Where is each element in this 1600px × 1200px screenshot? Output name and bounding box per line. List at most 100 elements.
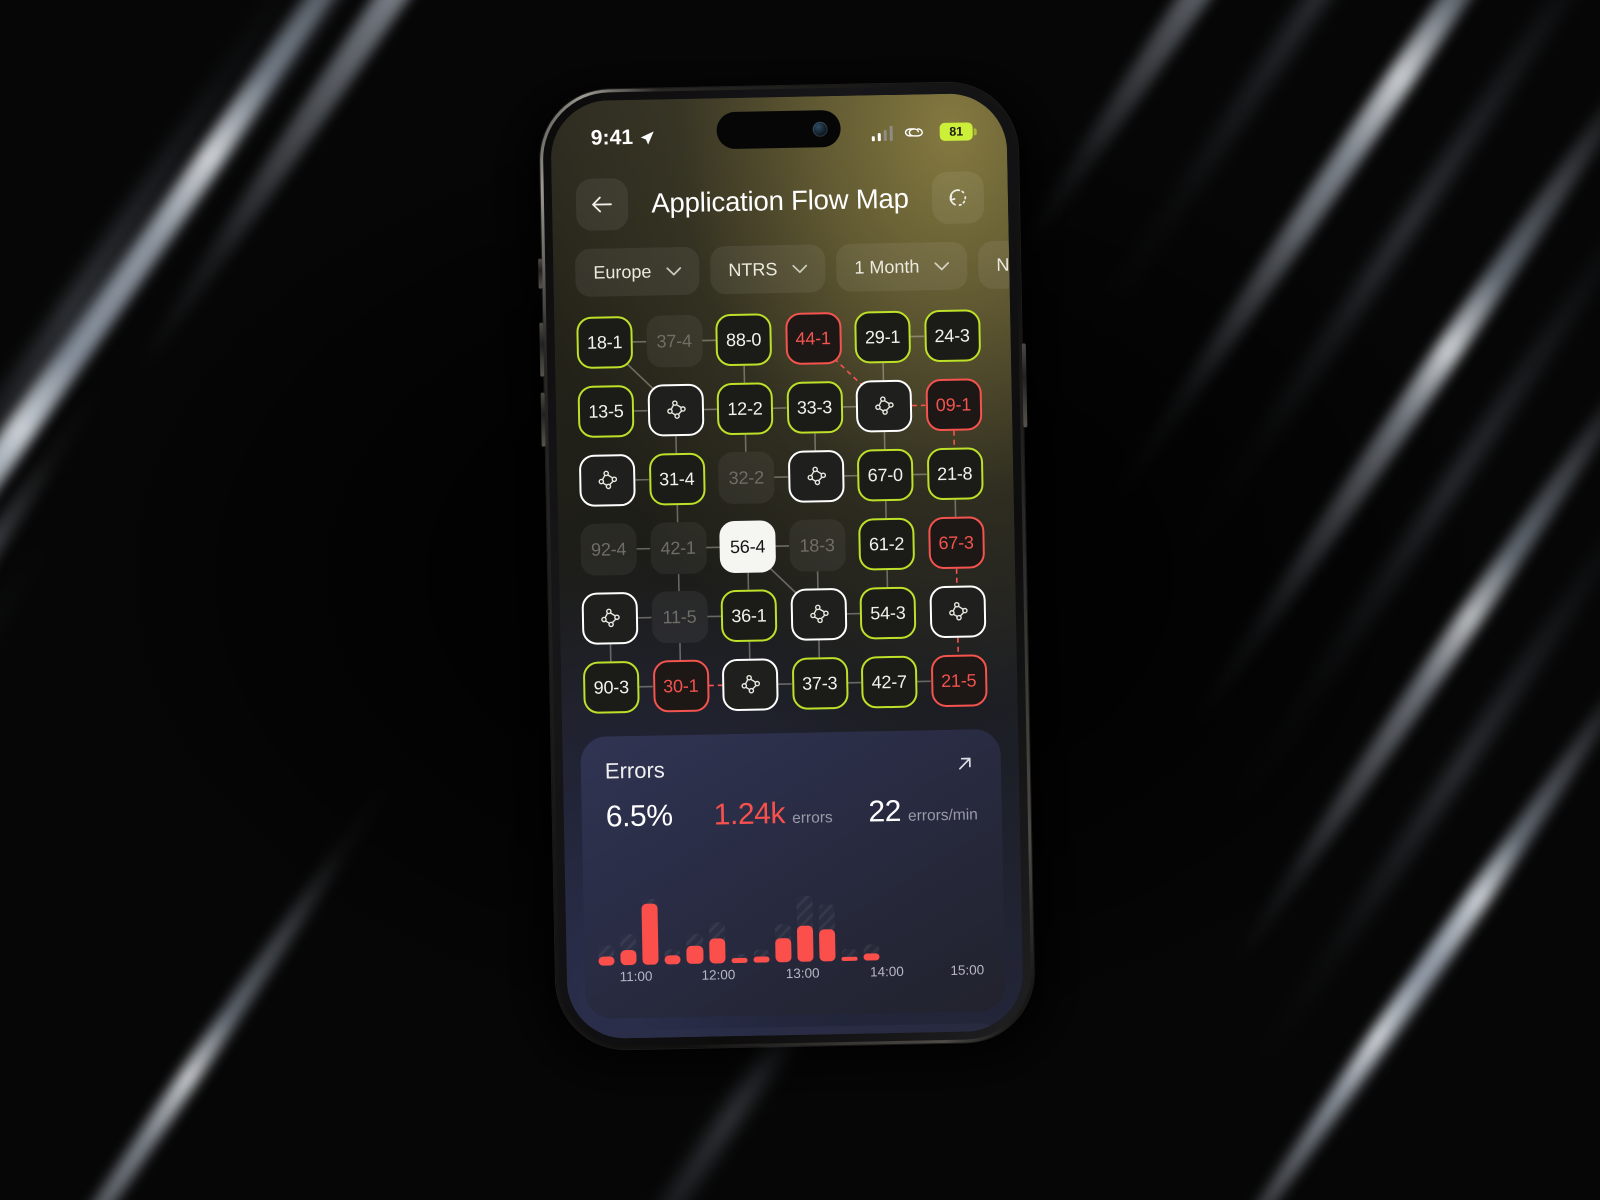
flow-node-18-3[interactable]: 18-3: [788, 518, 846, 572]
tree-graph-icon: [809, 604, 829, 624]
flow-node-11-5[interactable]: 11-5: [650, 590, 708, 644]
flow-node-label: 29-1: [864, 326, 901, 347]
chart-bar-column: [686, 896, 704, 964]
filter-chip-label: 1 Month: [854, 255, 920, 278]
chart-bar[interactable]: [620, 950, 637, 966]
flow-node-44-1[interactable]: 44-1: [784, 311, 842, 365]
flow-node-67-0[interactable]: 67-0: [856, 448, 914, 502]
flow-node-tree-24[interactable]: [581, 591, 639, 645]
filter-chip-label: Nex: [996, 253, 1010, 275]
flow-node-tree-32[interactable]: [721, 658, 779, 712]
flow-node-33-3[interactable]: 33-3: [785, 380, 843, 434]
refresh-button[interactable]: [931, 171, 985, 225]
chart-bar[interactable]: [819, 928, 836, 962]
chart-bar-column: [863, 892, 881, 961]
location-arrow-icon: [641, 130, 655, 145]
chart-bar-column: [885, 892, 902, 960]
flow-node-21-5[interactable]: 21-5: [930, 654, 988, 708]
flow-node-92-4[interactable]: 92-4: [580, 522, 638, 576]
chart-bar[interactable]: [641, 903, 659, 965]
chart-bar[interactable]: [664, 954, 682, 965]
flow-node-54-3[interactable]: 54-3: [859, 586, 917, 640]
flow-node-label: 44-1: [795, 327, 831, 349]
back-button[interactable]: [575, 177, 629, 231]
chart-xtick-label: 11:00: [619, 968, 653, 985]
flow-map-grid: 18-1 37-4 88-0 44-1 29-1 24-3 13-5 12-2 33-3 09-1…: [554, 305, 988, 714]
chart-bar[interactable]: [598, 956, 615, 966]
flow-node-88-0[interactable]: 88-0: [715, 313, 773, 367]
flow-node-label: 54-3: [870, 602, 906, 623]
errors-bar-series: [597, 890, 990, 966]
flow-node-36-1[interactable]: 36-1: [720, 589, 778, 643]
flow-node-09-1[interactable]: 09-1: [924, 378, 982, 432]
flow-node-67-3[interactable]: 67-3: [927, 516, 985, 570]
error-count-value: 1.24k: [713, 797, 786, 832]
chart-bar-column: [907, 891, 924, 959]
filter-chip-ntrs[interactable]: NTRS: [709, 244, 826, 295]
flow-node-tree-27[interactable]: [789, 587, 847, 641]
tree-graph-icon: [807, 466, 826, 486]
chart-bar[interactable]: [796, 925, 814, 962]
flow-node-37-3[interactable]: 37-3: [791, 656, 849, 710]
status-time: 9:41: [590, 125, 634, 150]
chart-bar[interactable]: [686, 945, 704, 964]
refresh-icon: [949, 189, 967, 207]
chart-bar[interactable]: [731, 958, 748, 964]
filter-chip-europe[interactable]: Europe: [574, 246, 700, 298]
errors-card[interactable]: Errors 6.5% 1.24k errors 22 errors/min 1…: [580, 728, 1006, 1019]
chart-bar[interactable]: [775, 938, 792, 963]
front-camera-icon: [812, 121, 828, 137]
flow-node-24-3[interactable]: 24-3: [923, 309, 981, 363]
tree-graph-icon: [601, 608, 620, 628]
chart-xtick-label: 12:00: [701, 967, 736, 983]
app-header: Application Flow Map: [551, 155, 1009, 248]
flow-node-90-3[interactable]: 90-3: [582, 660, 640, 714]
flow-node-29-1[interactable]: 29-1: [854, 310, 912, 364]
flow-node-18-1[interactable]: 18-1: [576, 315, 634, 369]
flow-node-tree-12[interactable]: [578, 453, 636, 507]
errors-card-title: Errors: [604, 757, 666, 784]
chart-bar-column: [619, 897, 637, 966]
flow-node-label: 32-2: [728, 466, 765, 488]
error-rate-stat: 6.5%: [605, 798, 714, 834]
flow-node-37-4[interactable]: 37-4: [645, 314, 703, 368]
flow-node-42-1[interactable]: 42-1: [649, 521, 707, 575]
chart-bar[interactable]: [863, 953, 881, 961]
flow-node-label: 92-4: [590, 538, 627, 560]
chart-bar-column: [664, 896, 682, 965]
flow-node-12-2[interactable]: 12-2: [716, 382, 774, 436]
flow-node-label: 90-3: [593, 676, 630, 698]
vpn-link-icon: [904, 128, 923, 137]
flow-node-tree-29[interactable]: [928, 585, 986, 639]
flow-node-30-1[interactable]: 30-1: [652, 659, 710, 713]
flow-node-56-4[interactable]: 56-4: [719, 520, 777, 574]
filter-chip-1-month[interactable]: 1 Month: [835, 241, 968, 292]
flow-node-31-4[interactable]: 31-4: [648, 452, 706, 506]
chart-bar[interactable]: [708, 938, 726, 964]
chart-bar-column: [641, 897, 659, 965]
flow-node-tree-10[interactable]: [855, 379, 913, 433]
silent-switch[interactable]: [538, 258, 543, 289]
flow-node-32-2[interactable]: 32-2: [717, 451, 775, 505]
flow-node-label: 21-8: [936, 462, 973, 484]
flow-map: 18-1 37-4 88-0 44-1 29-1 24-3 13-5 12-2 33-3 09-1…: [554, 305, 1018, 734]
error-rate-value: 6.5%: [605, 799, 673, 834]
flow-node-21-8[interactable]: 21-8: [926, 447, 984, 501]
tree-graph-icon: [948, 601, 968, 621]
flow-node-42-7[interactable]: 42-7: [860, 655, 918, 709]
flow-node-13-5[interactable]: 13-5: [577, 384, 635, 438]
chart-bar[interactable]: [753, 956, 770, 963]
flow-node-tree-15[interactable]: [787, 449, 845, 503]
chevron-down-icon: [666, 266, 682, 275]
flow-node-61-2[interactable]: 61-2: [858, 517, 916, 571]
flow-node-label: 18-3: [799, 534, 835, 556]
chart-xtick-label: 15:00: [950, 962, 985, 978]
chart-bar-column: [818, 893, 836, 962]
error-count-unit: errors: [792, 809, 833, 827]
filter-chip-nex[interactable]: Nex: [977, 240, 1010, 290]
errors-expand-button[interactable]: [955, 751, 978, 778]
chart-bar[interactable]: [841, 956, 858, 962]
flow-node-tree-7[interactable]: [646, 383, 704, 437]
battery-level: 81: [949, 124, 964, 139]
chart-bar-column: [597, 897, 615, 966]
